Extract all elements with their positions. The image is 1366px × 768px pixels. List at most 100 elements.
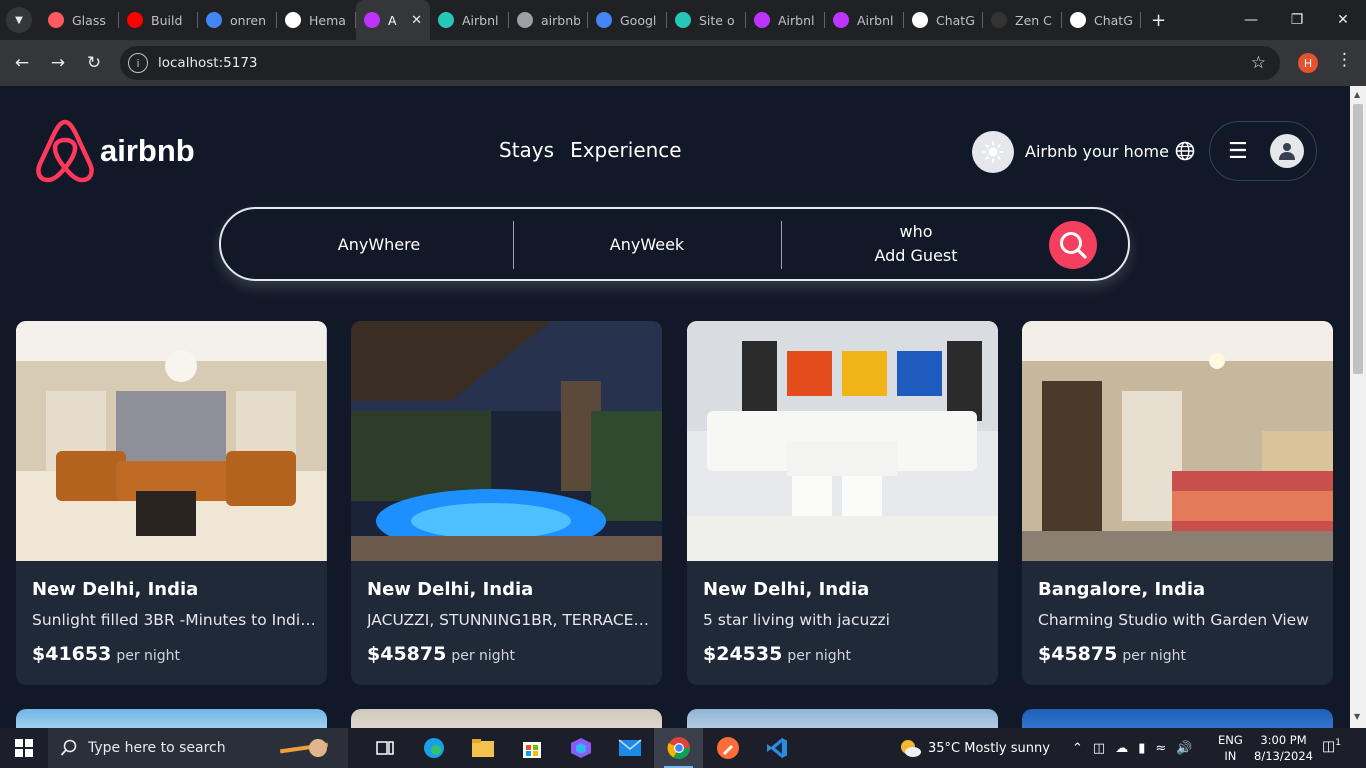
tab-title: Googl bbox=[620, 12, 657, 28]
windows-icon bbox=[15, 739, 33, 757]
listing-card[interactable]: New Delhi, India JACUZZI, STUNNING1BR, T… bbox=[351, 321, 662, 685]
browser-tab[interactable]: airbnb bbox=[509, 0, 588, 40]
close-tab-icon[interactable]: ✕ bbox=[405, 13, 422, 28]
notification-center-icon[interactable]: ◫1 bbox=[1322, 738, 1341, 755]
white-sofa-room-photo bbox=[687, 321, 998, 561]
file-explorer-icon[interactable] bbox=[458, 728, 507, 768]
tab-title: ChatG bbox=[1094, 12, 1133, 28]
system-tray: ⌃ ◫ ☁ ▮ ≈ 🔊 bbox=[1072, 728, 1192, 768]
listing-card-partial[interactable] bbox=[687, 709, 998, 728]
who-label: who bbox=[899, 222, 933, 241]
browser-tab[interactable]: Airbnl bbox=[825, 0, 904, 40]
avatar bbox=[1270, 134, 1304, 168]
tab-title: Site o bbox=[699, 12, 735, 28]
listing-card[interactable]: Bangalore, India Charming Studio with Ga… bbox=[1022, 321, 1333, 685]
clock[interactable]: 3:00 PM 8/13/2024 bbox=[1254, 732, 1313, 764]
device-icon[interactable]: ◫ bbox=[1093, 741, 1105, 756]
tab-title: A bbox=[388, 12, 397, 28]
weather-widget[interactable]: 35°C Mostly sunny bbox=[898, 728, 1050, 768]
where-label: AnyWhere bbox=[337, 234, 421, 254]
minimize-button[interactable]: — bbox=[1228, 0, 1274, 40]
week-field[interactable]: AnyWeek bbox=[571, 209, 723, 279]
postman-icon[interactable] bbox=[703, 728, 752, 768]
listing-card[interactable]: New Delhi, India Sunlight filled 3BR -Mi… bbox=[16, 321, 327, 685]
copilot-icon[interactable] bbox=[556, 728, 605, 768]
theme-toggle-button[interactable] bbox=[972, 131, 1014, 173]
per-night-label: per night bbox=[451, 648, 516, 664]
close-window-button[interactable]: ✕ bbox=[1320, 0, 1366, 40]
tab-title: Airbnl bbox=[462, 12, 499, 28]
nav-experience[interactable]: Experience bbox=[570, 138, 682, 162]
browser-menu-icon[interactable]: ⋮ bbox=[1336, 50, 1353, 70]
jacuzzi-terrace-photo bbox=[351, 321, 662, 561]
microsoft-store-icon[interactable] bbox=[507, 728, 556, 768]
site-info-icon[interactable]: i bbox=[128, 53, 148, 73]
taskbar-search[interactable]: Type here to search bbox=[48, 728, 348, 768]
scroll-thumb[interactable] bbox=[1353, 104, 1363, 374]
browser-tab[interactable]: ChatG bbox=[1062, 0, 1141, 40]
browser-tab[interactable]: Googl bbox=[588, 0, 667, 40]
listing-photo bbox=[1022, 321, 1333, 561]
bookmark-star-icon[interactable]: ☆ bbox=[1251, 53, 1266, 73]
browser-tab[interactable]: Airbnl bbox=[746, 0, 825, 40]
browser-tab[interactable]: onren bbox=[198, 0, 277, 40]
browser-tab[interactable]: Build bbox=[119, 0, 198, 40]
omnibox[interactable]: i localhost:5173 ☆ bbox=[120, 46, 1280, 80]
tab-search-button[interactable]: ▼ bbox=[6, 7, 32, 33]
onedrive-cloud-icon[interactable]: ☁ bbox=[1115, 741, 1128, 756]
tab-title: airbnb bbox=[541, 12, 580, 28]
tab-title: Zen C bbox=[1015, 12, 1052, 28]
search-button[interactable] bbox=[1049, 221, 1097, 269]
netlify-icon bbox=[438, 12, 454, 28]
browser-tab[interactable]: Glass bbox=[40, 0, 119, 40]
input-language[interactable]: ENG IN bbox=[1218, 732, 1243, 764]
mail-icon[interactable] bbox=[605, 728, 654, 768]
listing-card-partial[interactable] bbox=[1022, 709, 1333, 728]
week-label: AnyWeek bbox=[609, 234, 685, 254]
wifi-icon[interactable]: ≈ bbox=[1155, 741, 1166, 756]
task-view-icon[interactable] bbox=[360, 728, 409, 768]
listing-card[interactable]: New Delhi, India 5 star living with jacu… bbox=[687, 321, 998, 685]
profile-avatar[interactable]: H bbox=[1298, 53, 1318, 73]
search-icon bbox=[1060, 232, 1087, 259]
url-text[interactable]: localhost:5173 bbox=[158, 55, 258, 71]
listing-card-partial[interactable] bbox=[351, 709, 662, 728]
edge-icon[interactable] bbox=[409, 728, 458, 768]
host-label: Airbnb your home bbox=[1025, 141, 1169, 161]
tab-title: Build bbox=[151, 12, 183, 28]
browser-tab[interactable]: Zen C bbox=[983, 0, 1062, 40]
browser-tab[interactable]: ChatG bbox=[904, 0, 983, 40]
listing-photo bbox=[16, 321, 327, 561]
chevron-up-icon[interactable]: ⌃ bbox=[1072, 741, 1083, 756]
page-scrollbar[interactable]: ▲ ▼ bbox=[1350, 86, 1366, 728]
chrome-taskbar-icon[interactable] bbox=[654, 728, 703, 768]
browser-tab[interactable]: Site o bbox=[667, 0, 746, 40]
forward-button[interactable]: → bbox=[40, 45, 76, 81]
listing-price-row: $45875 per night bbox=[1038, 643, 1186, 665]
airbnb-your-home-link[interactable]: Airbnb your home bbox=[1025, 141, 1195, 161]
start-button[interactable] bbox=[0, 728, 48, 768]
back-button[interactable]: ← bbox=[4, 45, 40, 81]
add-guest-label: Add Guest bbox=[874, 246, 958, 265]
listing-city: New Delhi, India bbox=[703, 579, 870, 600]
browser-tab[interactable]: A ✕ bbox=[356, 0, 430, 40]
user-menu-button[interactable]: ☰ bbox=[1209, 121, 1317, 181]
new-tab-button[interactable]: + bbox=[1151, 10, 1166, 31]
browser-tab[interactable]: Hema bbox=[277, 0, 356, 40]
battery-icon[interactable]: ▮ bbox=[1138, 741, 1145, 756]
nav-stays[interactable]: Stays bbox=[499, 138, 554, 162]
listing-description: Sunlight filled 3BR -Minutes to Indira G… bbox=[32, 611, 316, 629]
listing-price: $45875 bbox=[1038, 643, 1118, 665]
reload-button[interactable]: ↻ bbox=[76, 45, 112, 81]
restore-button[interactable]: ❐ bbox=[1274, 0, 1320, 40]
volume-icon[interactable]: 🔊 bbox=[1176, 741, 1192, 756]
vscode-icon[interactable] bbox=[752, 728, 801, 768]
airbnb-logo[interactable]: airbnb bbox=[34, 118, 195, 184]
browser-tab[interactable]: Airbnl bbox=[430, 0, 509, 40]
guest-field[interactable]: who Add Guest bbox=[841, 209, 991, 279]
scroll-down-arrow[interactable]: ▼ bbox=[1354, 712, 1360, 721]
github-icon bbox=[285, 12, 301, 28]
listing-card-partial[interactable] bbox=[16, 709, 327, 728]
where-field[interactable]: AnyWhere bbox=[301, 209, 457, 279]
scroll-up-arrow[interactable]: ▲ bbox=[1354, 90, 1360, 99]
